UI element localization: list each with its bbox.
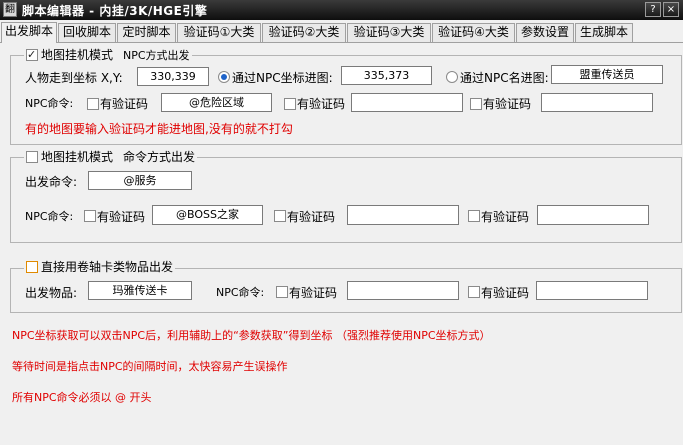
npc-mode-checkbox[interactable] — [26, 47, 38, 63]
tab-timer-script[interactable]: 定时脚本 — [117, 23, 176, 42]
npc-cmd1-input[interactable]: @危险区域 — [161, 93, 272, 112]
coords-input[interactable]: 330,339 — [137, 67, 209, 86]
cmd-npc-cmd2-input[interactable] — [347, 205, 459, 225]
cmd-npc-cmd1-input[interactable]: @BOSS之家 — [152, 205, 263, 225]
item-npc-cmd1-verify-label: 有验证码 — [289, 286, 338, 300]
note-wait-time: 等待时间是指点击NPC的间隔时间，太快容易产生误操作 — [12, 360, 288, 373]
npc-name-radio-label: 通过NPC名进图: — [460, 71, 549, 85]
item-npc-cmd1-verify-checkbox[interactable] — [276, 286, 288, 298]
command-mode-title: 地图挂机模式 — [41, 150, 114, 164]
npc-name-input[interactable]: 盟重传送员 — [551, 65, 663, 84]
command-mode-subtitle: 命令方式出发 — [123, 150, 196, 164]
tab-bar: 出发脚本 回收脚本 定时脚本 验证码①大类 验证码②大类 验证码③大类 验证码④… — [0, 22, 683, 43]
item-mode-header: 直接用卷轴卡类物品出发 — [24, 259, 176, 275]
npc-cmd3-verify-label: 有验证码 — [483, 97, 532, 111]
note-npc-command-prefix: 所有NPC命令必须以 @ 开头 — [12, 391, 152, 404]
item-npc-cmd2-input[interactable] — [536, 281, 648, 300]
cmd-npc-cmd3-verify-checkbox[interactable] — [468, 210, 480, 222]
item-npc-cmd2-verify-checkbox[interactable] — [468, 286, 480, 298]
command-mode-header: 地图挂机模式 命令方式出发 — [24, 149, 198, 165]
note-npc-coords: NPC坐标获取可以双击NPC后，利用辅助上的“参数获取”得到坐标 （强烈推荐使用… — [12, 329, 491, 342]
npc-cmd2-input[interactable] — [351, 93, 463, 112]
npc-mode-header: 地图挂机模式 NPC方式出发 — [24, 47, 192, 63]
tab-generate-script[interactable]: 生成脚本 — [575, 23, 633, 42]
npc-coord-radio-label: 通过NPC坐标进图: — [232, 71, 333, 85]
depart-cmd-input[interactable]: @服务 — [88, 171, 192, 190]
cmd-npc-cmd2-verify-checkbox[interactable] — [274, 210, 286, 222]
item-mode-checkbox[interactable] — [26, 261, 38, 273]
close-button[interactable]: × — [663, 2, 679, 17]
npc-coord-radio[interactable] — [218, 71, 230, 83]
item-npc-cmd-label: NPC命令: — [216, 286, 265, 299]
npc-name-radio[interactable] — [446, 71, 458, 83]
npc-mode-subtitle: NPC方式出发 — [123, 49, 190, 62]
command-mode-group — [10, 157, 682, 243]
cmd-npc-cmd1-verify-label: 有验证码 — [97, 210, 146, 224]
npc-cmd2-verify-checkbox[interactable] — [284, 98, 296, 110]
tab-parameters[interactable]: 参数设置 — [516, 23, 574, 42]
npc-cmd-label: NPC命令: — [25, 97, 74, 110]
item-label: 出发物品: — [25, 286, 78, 300]
npc-cmd3-verify-checkbox[interactable] — [470, 98, 482, 110]
item-input[interactable]: 玛雅传送卡 — [88, 281, 192, 300]
cmd-npc-cmd2-verify-label: 有验证码 — [287, 210, 336, 224]
npc-mode-note: 有的地图要输入验证码才能进地图,没有的就不打勾 — [25, 122, 293, 136]
command-mode-checkbox[interactable] — [26, 151, 38, 163]
cmd-npc-cmd3-verify-label: 有验证码 — [481, 210, 530, 224]
window-title: 脚本编辑器 - 内挂/3K/HGE引擎 — [22, 4, 208, 18]
coords-label: 人物走到坐标 X,Y: — [25, 71, 123, 85]
npc-cmd3-input[interactable] — [541, 93, 653, 112]
app-icon: 翻 — [3, 2, 17, 17]
depart-cmd-label: 出发命令: — [25, 175, 78, 189]
cmd-npc-cmd-label: NPC命令: — [25, 210, 74, 223]
cmd-npc-cmd1-verify-checkbox[interactable] — [84, 210, 96, 222]
tab-depart-script[interactable]: 出发脚本 — [1, 22, 57, 43]
help-button[interactable]: ? — [645, 2, 661, 17]
title-bar[interactable]: 翻 脚本编辑器 - 内挂/3K/HGE引擎 ? × — [0, 0, 683, 20]
item-npc-cmd2-verify-label: 有验证码 — [481, 286, 530, 300]
tab-captcha-2[interactable]: 验证码②大类 — [262, 23, 346, 42]
npc-cmd1-verify-label: 有验证码 — [100, 97, 149, 111]
tab-captcha-3[interactable]: 验证码③大类 — [347, 23, 431, 42]
cmd-npc-cmd3-input[interactable] — [537, 205, 649, 225]
npc-cmd1-verify-checkbox[interactable] — [87, 98, 99, 110]
item-mode-title: 直接用卷轴卡类物品出发 — [41, 260, 174, 274]
npc-cmd2-verify-label: 有验证码 — [297, 97, 346, 111]
tab-captcha-1[interactable]: 验证码①大类 — [177, 23, 261, 42]
npc-coord-input[interactable]: 335,373 — [341, 66, 432, 85]
npc-mode-title: 地图挂机模式 — [41, 48, 114, 62]
tab-captcha-4[interactable]: 验证码④大类 — [432, 23, 515, 42]
item-npc-cmd1-input[interactable] — [347, 281, 459, 300]
tab-recycle-script[interactable]: 回收脚本 — [58, 23, 116, 42]
